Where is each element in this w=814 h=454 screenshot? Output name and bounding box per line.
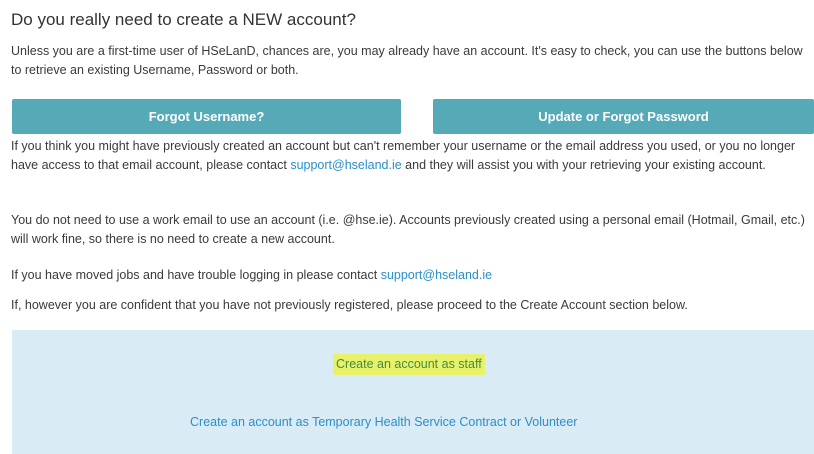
page-title: Do you really need to create a NEW accou… bbox=[11, 10, 356, 29]
moved-jobs-email-link[interactable]: support@hseland.ie bbox=[381, 268, 492, 282]
work-email-paragraph: You do not need to use a work email to u… bbox=[11, 213, 805, 246]
create-temporary-account-link[interactable]: Create an account as Temporary Health Se… bbox=[190, 414, 577, 431]
support-email-link[interactable]: support@hseland.ie bbox=[290, 158, 401, 172]
moved-jobs-paragraph: If you have moved jobs and have trouble … bbox=[11, 266, 811, 285]
forgot-password-button[interactable]: Update or Forgot Password bbox=[433, 99, 814, 134]
retrieve-text-after: and they will assist you with your retri… bbox=[401, 158, 766, 172]
create-account-notice: Do you really need to create a NEW accou… bbox=[0, 0, 814, 454]
retrieve-paragraph: If you think you might have previously c… bbox=[11, 137, 811, 175]
moved-jobs-text: If you have moved jobs and have trouble … bbox=[11, 268, 381, 282]
proceed-paragraph: If, however you are confident that you h… bbox=[11, 298, 688, 312]
create-staff-account-link[interactable]: Create an account as staff bbox=[333, 354, 485, 375]
forgot-username-button[interactable]: Forgot Username? bbox=[12, 99, 401, 134]
create-account-panel: Create an account as staff Create an acc… bbox=[12, 330, 814, 454]
intro-paragraph: Unless you are a first-time user of HSeL… bbox=[11, 44, 803, 77]
